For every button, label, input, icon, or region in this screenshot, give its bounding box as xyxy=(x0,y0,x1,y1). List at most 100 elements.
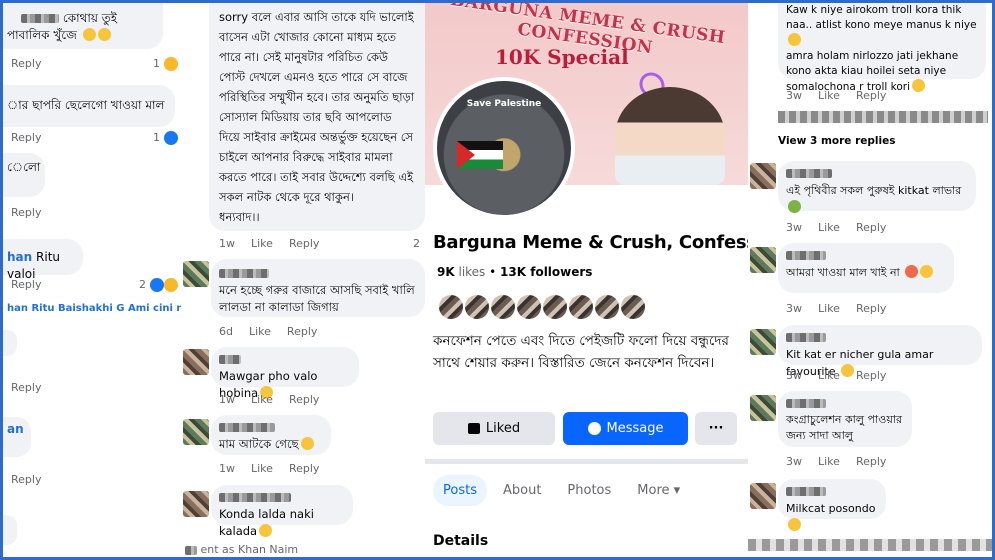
post-comment-bubble: sorry বলে এবার আসি তাকে যদি ভালোই বাসেন … xyxy=(209,3,425,231)
like-link[interactable]: Like xyxy=(251,237,273,250)
tears-emoji-icon xyxy=(905,265,919,278)
reply-link[interactable]: Reply xyxy=(11,131,41,144)
avatar xyxy=(541,293,569,321)
comment-meta: Reply xyxy=(11,206,41,219)
avatar[interactable] xyxy=(183,349,209,375)
comment-text: এই পৃথিবীর সকল পুরুষই kitkat লাভার xyxy=(786,182,968,216)
like-link[interactable]: Like xyxy=(249,325,271,338)
avatar[interactable] xyxy=(750,163,776,189)
comment-time: 3w xyxy=(786,89,802,102)
avatar[interactable] xyxy=(750,329,776,355)
reply-link[interactable]: Reply xyxy=(856,221,886,234)
page-bio: কনফেশন পেতে এবং দিতে পেইজটি ফলো দিয়ে বন… xyxy=(433,333,729,371)
comment-time: 6d xyxy=(219,325,233,338)
avatar[interactable] xyxy=(750,247,776,273)
reply-link[interactable]: Reply xyxy=(289,393,319,406)
avatar[interactable] xyxy=(750,395,776,421)
reply-link[interactable]: Reply xyxy=(11,473,41,486)
blurred-name xyxy=(786,251,826,260)
commenter-name[interactable]: han xyxy=(7,250,32,264)
thumbs-up-icon xyxy=(467,423,480,434)
comment-meta: 3w Like Reply xyxy=(786,89,886,102)
comment-text: কংগ্রাচুলেশন কালু পাওয়ার জন্য সাদা আলু xyxy=(786,413,903,442)
like-link[interactable]: Like xyxy=(818,221,840,234)
comment-bubble: Milkcat posondo xyxy=(778,479,886,531)
comment-as-input[interactable]: ent as Khan Naim xyxy=(185,543,298,556)
like-link[interactable]: Like xyxy=(251,462,273,475)
comment-meta: Reply xyxy=(11,278,41,291)
like-link[interactable]: Like xyxy=(818,302,840,315)
laughing-emoji-icon xyxy=(97,28,111,41)
likes-count[interactable]: 9K xyxy=(437,265,455,279)
avatar[interactable] xyxy=(750,483,776,509)
page-title: Barguna Meme & Crush, Confession xyxy=(433,232,748,253)
reply-link[interactable]: Reply xyxy=(11,278,41,291)
like-link[interactable]: Like xyxy=(251,393,273,406)
page-profile-panel: BARGUNA MEME & CRUSH CONFESSION 10K Spec… xyxy=(425,3,748,557)
liked-button[interactable]: Liked xyxy=(433,412,555,445)
comment-time: 3w xyxy=(786,369,802,382)
avatar xyxy=(489,293,517,321)
tab-posts[interactable]: Posts xyxy=(433,475,487,506)
reaction-count: 1 xyxy=(153,131,178,145)
blurred-name xyxy=(786,487,826,496)
reaction-count: 2 xyxy=(139,278,178,292)
avatar[interactable] xyxy=(183,491,209,517)
page-tabs: Posts About Photos More ▾ xyxy=(433,475,690,506)
avatar xyxy=(463,293,491,321)
comment-meta: Reply xyxy=(11,381,41,394)
reply-link[interactable]: Reply xyxy=(289,237,319,250)
comment-time: 3w xyxy=(786,302,802,315)
comment-bubble: এই পৃথিবীর সকল পুরুষই kitkat লাভার xyxy=(778,161,976,213)
smile-emoji-icon xyxy=(788,518,801,531)
reply-link[interactable]: Reply xyxy=(289,462,319,475)
reaction-count: 1 xyxy=(153,57,178,71)
collage-frame: কোথায় তুই পাবালিক খুঁজে Reply 1 ার ছাপর… xyxy=(0,0,995,560)
tab-photos[interactable]: Photos xyxy=(557,475,621,506)
tab-more[interactable]: More ▾ xyxy=(627,475,690,506)
divider xyxy=(425,459,748,464)
details-heading: Details xyxy=(433,533,489,549)
comment-meta: 3w Like Reply xyxy=(786,302,886,315)
reply-link[interactable]: Reply xyxy=(856,302,886,315)
comment-meta: 1w Like Reply xyxy=(219,462,319,475)
profile-picture[interactable]: Save Palestine xyxy=(433,77,575,219)
avatar[interactable] xyxy=(183,419,209,445)
reply-preview[interactable]: han Ritu Baishakhi G Ami cini na vai,... xyxy=(7,303,183,314)
reply-link[interactable]: Reply xyxy=(856,369,886,382)
comment-meta: Reply xyxy=(11,57,41,70)
view-more-replies-link[interactable]: View 3 more replies xyxy=(778,135,895,147)
comment-text: মাম আটকে গেছে xyxy=(219,436,323,453)
frog-emoji-icon xyxy=(788,200,801,213)
reply-link[interactable]: Reply xyxy=(11,206,41,219)
followers-count[interactable]: 13K followers xyxy=(500,265,592,279)
comment-bubble: আমরা খাওয়া মাল খাই না xyxy=(778,243,954,293)
comment-bubble: Mawgar pho valo hobina xyxy=(211,347,359,400)
comment-meta: 6d Like Reply xyxy=(219,325,317,338)
tab-about[interactable]: About xyxy=(493,475,551,506)
comment-bubble: কোথায় তুই পাবালিক খুঁজে xyxy=(3,3,163,49)
like-link[interactable]: Like xyxy=(818,369,840,382)
like-link[interactable]: Like xyxy=(818,89,840,102)
comment-column-left: কোথায় তুই পাবালিক খুঁজে Reply 1 ার ছাপর… xyxy=(3,3,183,557)
comment-column-right: Kaw k niye airokom troll kora thik naa..… xyxy=(748,3,992,557)
like-link[interactable]: Like xyxy=(818,455,840,468)
laughing-emoji-icon xyxy=(82,28,96,41)
reply-link[interactable]: Reply xyxy=(11,57,41,70)
comment-column-middle: sorry বলে এবার আসি তাকে যদি ভালোই বাসেন … xyxy=(181,3,427,557)
comment-bubble: ার ছাপরি ছেলেগো খাওয়া মাল xyxy=(3,85,175,127)
more-options-button[interactable]: ··· xyxy=(695,412,737,445)
friends-avatars[interactable] xyxy=(437,293,647,321)
reply-link[interactable]: Reply xyxy=(856,89,886,102)
reply-link[interactable]: Reply xyxy=(856,455,886,468)
comment-text: Konda lalda naki kalada xyxy=(219,507,314,538)
comment-bubble: মাম আটকে গেছে xyxy=(211,415,331,455)
comment-bubble: েলো xyxy=(3,153,45,197)
reply-link[interactable]: Reply xyxy=(11,381,41,394)
commenter-name[interactable]: an xyxy=(7,422,24,436)
comment-bubble: মনে হচ্ছে গরুর বাজারে আসছি সবাই খালি লাল… xyxy=(211,259,425,317)
reply-link[interactable]: Reply xyxy=(287,325,317,338)
blurred-name xyxy=(219,493,291,502)
message-button[interactable]: Message xyxy=(563,412,688,445)
avatar[interactable] xyxy=(183,261,209,287)
